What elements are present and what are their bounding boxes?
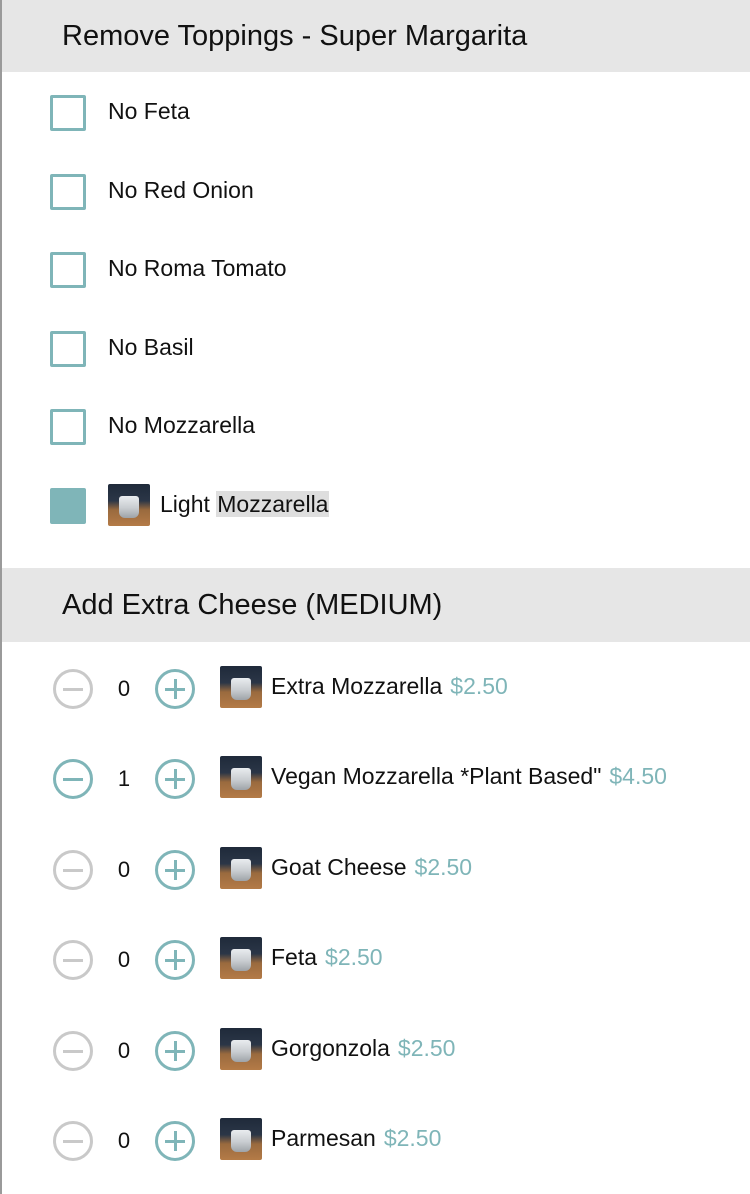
remove-option-label: No Feta — [108, 98, 190, 124]
plus-circle-icon[interactable] — [155, 669, 195, 709]
remove-option-label: No Red Onion — [108, 177, 254, 203]
remove-option-label: No Mozzarella — [108, 412, 255, 438]
option-name: Feta — [271, 944, 318, 970]
modifier-panel: Remove Toppings - Super Margarita No Fet… — [0, 0, 750, 1194]
quantity-value: 0 — [117, 947, 131, 972]
checkbox-icon[interactable] — [50, 95, 86, 131]
add-option-feta: 0 Feta $2.50 — [2, 937, 750, 983]
option-price: $2.50 — [383, 1125, 442, 1151]
add-extra-cheese-header: Add Extra Cheese (MEDIUM) — [2, 568, 750, 642]
remove-toppings-header: Remove Toppings - Super Margarita — [2, 0, 750, 72]
option-name: Goat Cheese — [271, 854, 407, 880]
plus-circle-icon[interactable] — [155, 1121, 195, 1161]
checkbox-icon[interactable] — [50, 331, 86, 367]
add-option-label: Feta $2.50 — [271, 937, 383, 977]
add-option-extra-mozzarella: 0 Extra Mozzarella $2.50 — [2, 666, 750, 712]
remove-option-label: Light Mozzarella — [160, 484, 330, 524]
add-option-label: Gorgonzola $2.50 — [271, 1028, 455, 1068]
remove-option-label: No Roma Tomato — [108, 255, 287, 281]
minus-circle-icon[interactable] — [53, 940, 93, 980]
plus-circle-icon[interactable] — [155, 1031, 195, 1071]
minus-circle-icon[interactable] — [53, 1121, 93, 1161]
cheese-thumbnail — [220, 1118, 262, 1160]
quantity-value: 0 — [117, 857, 131, 882]
quantity-value: 0 — [117, 1128, 131, 1153]
add-extra-cheese-title: Add Extra Cheese (MEDIUM) — [62, 588, 443, 621]
minus-circle-icon[interactable] — [53, 759, 93, 799]
add-option-goat-cheese: 0 Goat Cheese $2.50 — [2, 847, 750, 893]
add-option-gorgonzola: 0 Gorgonzola $2.50 — [2, 1028, 750, 1074]
remove-toppings-title: Remove Toppings - Super Margarita — [62, 19, 528, 52]
checkbox-icon[interactable] — [50, 409, 86, 445]
plus-circle-icon[interactable] — [155, 759, 195, 799]
option-name: Vegan Mozzarella *Plant Based" — [271, 763, 602, 789]
option-price: $2.50 — [397, 1035, 456, 1061]
minus-circle-icon[interactable] — [53, 669, 93, 709]
plus-circle-icon[interactable] — [155, 940, 195, 980]
quantity-value: 1 — [117, 766, 131, 791]
option-price: $4.50 — [609, 763, 667, 789]
option-name: Extra Mozzarella — [271, 673, 443, 699]
add-option-vegan-mozzarella: 1 Vegan Mozzarella *Plant Based" $4.50 — [2, 756, 750, 802]
option-price: $2.50 — [414, 854, 473, 880]
add-option-label: Goat Cheese $2.50 — [271, 847, 472, 887]
checkbox-checked-icon[interactable] — [50, 488, 86, 524]
quantity-value: 0 — [117, 1038, 131, 1063]
add-option-label: Vegan Mozzarella *Plant Based" $4.50 — [271, 756, 667, 796]
add-option-parmesan: 0 Parmesan $2.50 — [2, 1118, 750, 1164]
add-option-label: Extra Mozzarella $2.50 — [271, 666, 508, 706]
mozzarella-thumbnail — [108, 484, 150, 526]
cheese-thumbnail — [220, 937, 262, 979]
highlighted-text: Mozzarella — [216, 491, 330, 517]
cheese-thumbnail — [220, 666, 262, 708]
cheese-thumbnail — [220, 847, 262, 889]
checkbox-icon[interactable] — [50, 252, 86, 288]
cheese-thumbnail — [220, 756, 262, 798]
light-prefix: Light — [160, 491, 210, 517]
remove-option-label: No Basil — [108, 334, 194, 360]
minus-circle-icon[interactable] — [53, 1031, 93, 1071]
option-name: Gorgonzola — [271, 1035, 390, 1061]
plus-circle-icon[interactable] — [155, 850, 195, 890]
remove-toppings-list: No Feta No Red Onion No Roma Tomato No B… — [2, 72, 750, 568]
quantity-value: 0 — [117, 676, 131, 701]
option-price: $2.50 — [325, 944, 383, 970]
minus-circle-icon[interactable] — [53, 850, 93, 890]
option-name: Parmesan — [271, 1125, 376, 1151]
checkbox-icon[interactable] — [50, 174, 86, 210]
add-option-label: Parmesan $2.50 — [271, 1118, 441, 1158]
option-price: $2.50 — [450, 673, 508, 699]
cheese-thumbnail — [220, 1028, 262, 1070]
